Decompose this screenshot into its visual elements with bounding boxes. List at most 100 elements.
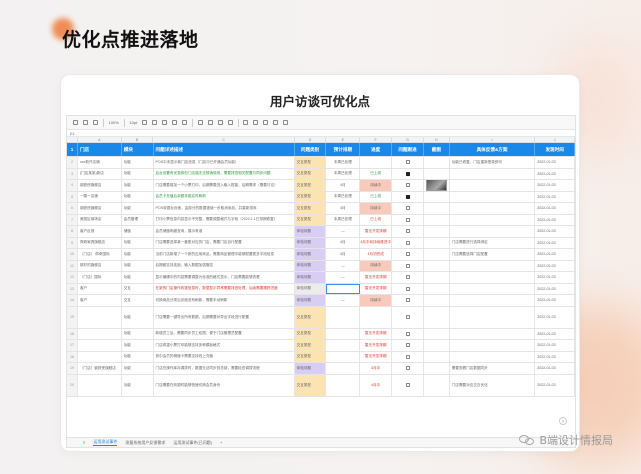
row-number[interactable]: 9 (67, 237, 78, 248)
feedback-cell[interactable] (450, 306, 536, 328)
issue-category-cell[interactable]: 体验问题 (294, 363, 327, 374)
screenshot-thumbnail[interactable] (425, 180, 447, 191)
row-number[interactable]: 3 (67, 168, 78, 179)
issue-description-cell[interactable]: 新增员工后，需要同步员工权限，便于门店管理员配置 (154, 328, 295, 339)
issue-category-cell[interactable]: 体验问题 (294, 283, 327, 294)
store-cell[interactable]: 客户反馈 (78, 226, 122, 237)
store-cell[interactable]: 钢铁侠旗舰店 (78, 180, 122, 191)
follow-up-cell[interactable] (392, 191, 424, 202)
progress-cell[interactable]: 持续中 (360, 260, 393, 271)
feedback-cell[interactable]: 门店需要选择门店配置 (450, 249, 536, 260)
issue-category-cell[interactable]: 体验问题 (294, 260, 327, 271)
module-cell[interactable]: 功能 (122, 157, 154, 168)
filter-icon[interactable] (243, 120, 249, 125)
follow-up-cell[interactable] (392, 180, 424, 191)
column-header[interactable]: G (392, 137, 424, 142)
issue-category-cell[interactable]: 交互类型 (294, 374, 327, 396)
follow-up-checkbox[interactable] (405, 194, 410, 199)
module-cell[interactable]: 功能 (122, 237, 154, 248)
screenshot-cell[interactable] (424, 283, 450, 294)
row-number[interactable]: 4 (67, 180, 78, 191)
follow-up-checkbox[interactable] (405, 298, 410, 303)
module-cell[interactable]: 储值 (122, 226, 154, 237)
found-date-cell[interactable]: 2022-01-03 (535, 328, 575, 339)
follow-up-checkbox[interactable] (405, 366, 410, 371)
found-date-cell[interactable]: 2022-01-03 (535, 203, 575, 214)
scroll-top-button[interactable]: ? (559, 417, 567, 425)
follow-up-cell[interactable] (392, 363, 424, 374)
font-color-icon[interactable] (172, 120, 178, 125)
issue-description-cell[interactable]: 门店需要增加一个小票打印，后期需要进入输入框能，后期需求（需要讨论） (154, 180, 295, 191)
store-cell[interactable]: 美丽区商场店 (78, 214, 122, 225)
issue-category-cell[interactable]: 交互类型 (294, 191, 327, 202)
row-number[interactable]: 1 (67, 143, 78, 156)
issue-category-cell[interactable]: 体验问题 (294, 237, 327, 248)
follow-up-cell[interactable] (392, 237, 424, 248)
store-cell[interactable]: xxx新开店铺 (78, 157, 122, 168)
schedule-cell[interactable]: 4月 (326, 180, 361, 191)
column-header[interactable]: F (360, 137, 393, 142)
schedule-cell[interactable]: 本周已处理 (326, 157, 361, 168)
store-cell[interactable]: (门店某某)新店 (78, 168, 122, 179)
sort-icon[interactable] (253, 120, 259, 125)
screenshot-cell[interactable] (424, 363, 450, 374)
feedback-cell[interactable]: 门店需要进行选择绑定 (450, 237, 536, 248)
column-header[interactable]: B (122, 137, 154, 142)
header-cell[interactable]: 问题详述描述 (154, 143, 295, 156)
module-cell[interactable]: 功能 (122, 363, 154, 374)
store-cell[interactable]: 客户 (78, 295, 122, 306)
store-cell[interactable] (78, 328, 122, 339)
follow-up-cell[interactable] (392, 260, 424, 271)
progress-cell[interactable]: 已上线 (360, 214, 393, 225)
found-date-cell[interactable]: 2022-01-03 (535, 168, 575, 179)
issue-category-cell[interactable]: 交互类型 (294, 180, 327, 191)
found-date-cell[interactable]: 2022-01-03 (535, 283, 575, 294)
feedback-cell[interactable]: 功能已修复，门店重新登录即可 (450, 157, 536, 168)
schedule-cell[interactable]: — (326, 226, 361, 237)
found-date-cell[interactable]: 2022-01-03 (535, 340, 575, 351)
format-painter-icon[interactable] (93, 120, 98, 125)
schedule-cell[interactable] (326, 306, 361, 328)
row-number[interactable]: 19 (67, 363, 78, 374)
feedback-cell[interactable] (450, 295, 536, 306)
progress-cell[interactable]: 4月中 (360, 374, 393, 396)
schedule-cell[interactable] (326, 363, 361, 374)
found-date-cell[interactable]: 2022-01-03 (535, 191, 575, 202)
follow-up-checkbox[interactable] (405, 315, 410, 319)
header-cell[interactable]: 截图 (424, 143, 450, 156)
found-date-cell[interactable]: 2022-01-03 (535, 374, 575, 396)
feedback-cell[interactable]: 需要查看门店数据同步 (450, 363, 536, 374)
found-date-cell[interactable]: 2022-01-03 (535, 180, 575, 191)
found-date-cell[interactable]: 2022-01-03 (535, 226, 575, 237)
header-cell[interactable]: 门店 (78, 143, 122, 156)
issue-description-cell[interactable]: 显示编辑中的内容需要调整为标准的格式显示，门店需要能够查看 (154, 272, 295, 283)
row-number[interactable]: 15 (67, 306, 78, 328)
screenshot-cell[interactable] (424, 180, 450, 191)
module-cell[interactable]: 交互 (122, 283, 154, 294)
follow-up-cell[interactable] (392, 374, 424, 396)
column-header[interactable]: A (78, 137, 122, 142)
progress-cell[interactable]: 已上线 (360, 191, 393, 202)
schedule-cell[interactable] (326, 374, 361, 396)
issue-description-cell[interactable]: 会员卡充值后余额未能实时刷新 (154, 191, 295, 202)
sheet-tab[interactable]: 测量系统用户反馈需求 (125, 440, 165, 446)
follow-up-cell[interactable] (392, 272, 424, 283)
issue-category-cell[interactable]: 交互类型 (294, 340, 327, 351)
found-date-cell[interactable]: 2022-01-03 (535, 295, 575, 306)
store-cell[interactable]: （门店）国际 (78, 272, 122, 283)
feedback-cell[interactable] (450, 340, 536, 351)
module-cell[interactable]: 功能 (122, 328, 154, 339)
header-cell[interactable]: 模块 (122, 143, 154, 156)
follow-up-cell[interactable] (392, 203, 424, 214)
follow-up-cell[interactable] (392, 295, 424, 306)
progress-cell[interactable]: 持续中 (360, 203, 393, 214)
follow-up-checkbox[interactable] (405, 383, 410, 387)
row-number[interactable]: 17 (67, 340, 78, 351)
module-cell[interactable]: 功能 (122, 203, 154, 214)
screenshot-cell[interactable] (424, 214, 450, 225)
progress-cell[interactable]: 已上线 (360, 168, 393, 179)
schedule-cell[interactable]: 本周已处理 (326, 191, 361, 202)
column-header[interactable]: J (535, 137, 575, 142)
row-number[interactable]: 7 (67, 214, 78, 225)
store-cell[interactable]: 一路一店铺 (78, 191, 122, 202)
